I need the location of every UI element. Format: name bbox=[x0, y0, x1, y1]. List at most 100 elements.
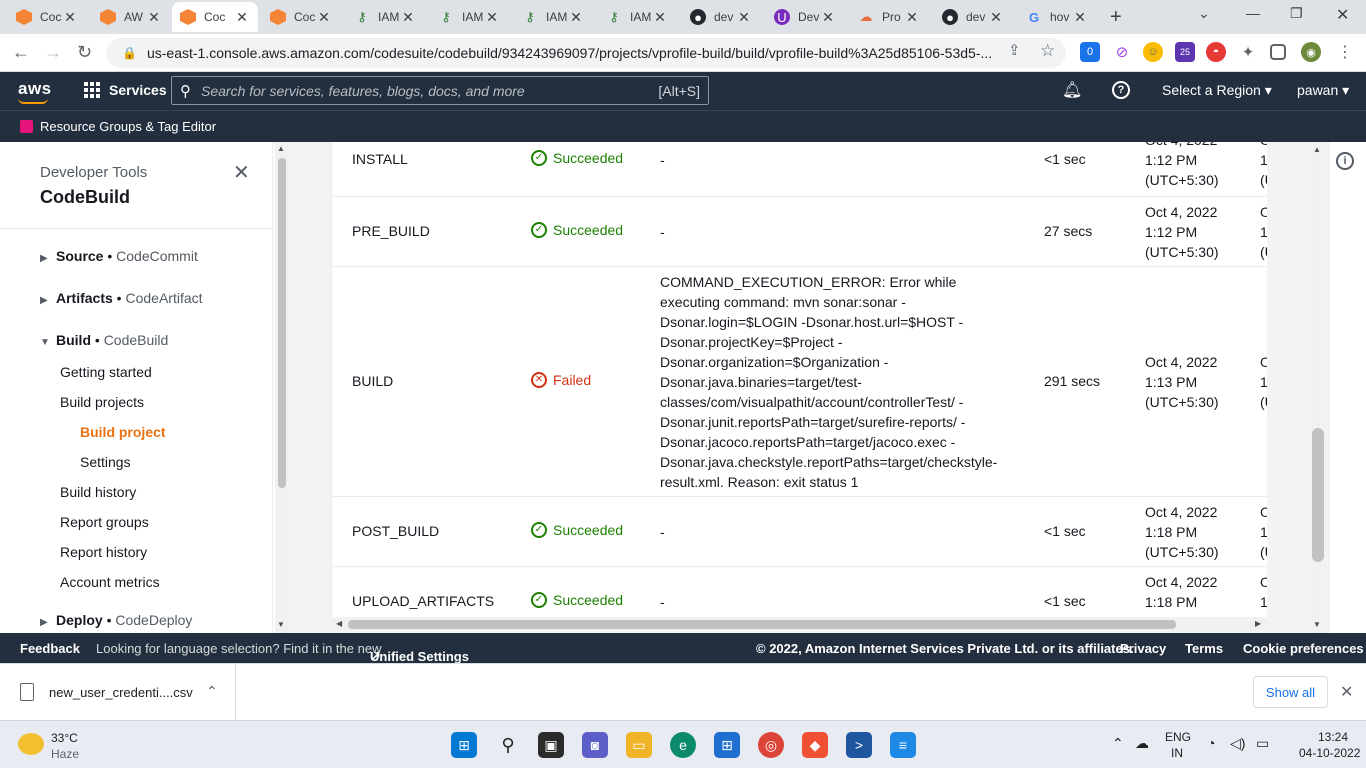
info-icon[interactable]: i bbox=[1336, 152, 1354, 170]
sidebar-link-report-groups[interactable]: Report groups bbox=[60, 514, 149, 530]
browser-tab[interactable]: Ghov ✕ bbox=[1018, 2, 1096, 32]
cookie-preferences-link[interactable]: Cookie preferences bbox=[1243, 641, 1364, 656]
powershell-icon[interactable]: > bbox=[846, 732, 872, 758]
region-selector[interactable]: Select a Region ▾ bbox=[1162, 82, 1272, 99]
sidebar-link-build-projects[interactable]: Build projects bbox=[60, 394, 144, 410]
search-taskbar-icon[interactable]: ⚲ bbox=[495, 732, 521, 758]
share-icon[interactable]: ⇪ bbox=[1008, 41, 1021, 59]
file-explorer-icon[interactable]: ▭ bbox=[626, 732, 652, 758]
sidebar-link-report-history[interactable]: Report history bbox=[60, 544, 147, 560]
browser-tab[interactable]: Coc ✕ bbox=[262, 2, 340, 32]
sidebar-link-account-metrics[interactable]: Account metrics bbox=[60, 574, 160, 590]
scroll-right-icon[interactable]: ▶ bbox=[1255, 619, 1261, 628]
clock-time[interactable]: 13:24 bbox=[1318, 730, 1348, 744]
tab-close-icon[interactable]: ✕ bbox=[988, 9, 1004, 26]
browser-tab[interactable]: AW ✕ bbox=[92, 2, 170, 32]
sidebar-title[interactable]: CodeBuild bbox=[40, 187, 130, 208]
reload-icon[interactable]: ↻ bbox=[77, 42, 92, 63]
tab-close-icon[interactable]: ✕ bbox=[652, 9, 668, 26]
badge-extension-icon[interactable]: 25 bbox=[1175, 42, 1195, 62]
edge-icon[interactable]: e bbox=[670, 732, 696, 758]
chevron-up-icon[interactable]: ⌃ bbox=[206, 683, 218, 700]
forward-icon[interactable]: → bbox=[44, 42, 62, 63]
maximize-icon[interactable]: ❐ bbox=[1290, 5, 1303, 22]
extension-icon[interactable]: 0 bbox=[1080, 42, 1100, 62]
teams-chat-icon[interactable]: ◙ bbox=[582, 732, 608, 758]
browser-tab[interactable]: ⚷ IAM ✕ bbox=[514, 2, 592, 32]
wifi-icon[interactable]: ◔ bbox=[1207, 735, 1215, 751]
window-close-icon[interactable]: ✕ bbox=[1336, 5, 1349, 25]
download-item[interactable]: new_user_credenti....csv ⌃ bbox=[0, 664, 236, 721]
sidebar-link-build-project[interactable]: Build project bbox=[80, 424, 166, 440]
git-icon[interactable]: ◆ bbox=[802, 732, 828, 758]
sidebar-scroll-thumb[interactable] bbox=[278, 158, 286, 488]
task-view-icon[interactable]: ▣ bbox=[538, 732, 564, 758]
back-icon[interactable]: ← bbox=[12, 42, 30, 63]
store-icon[interactable]: ⊞ bbox=[714, 732, 740, 758]
volume-icon[interactable]: ◁) bbox=[1230, 735, 1245, 752]
minimize-icon[interactable]: — bbox=[1246, 5, 1260, 21]
tab-search-icon[interactable]: ⌄ bbox=[1198, 5, 1210, 22]
services-menu[interactable]: Services bbox=[84, 82, 167, 98]
close-icon[interactable]: ✕ bbox=[233, 160, 250, 185]
tab-close-icon[interactable]: ✕ bbox=[484, 9, 500, 26]
help-icon[interactable]: ? bbox=[1112, 81, 1130, 99]
windows-start-icon[interactable]: ⊞ bbox=[451, 732, 477, 758]
tab-close-icon[interactable]: ✕ bbox=[568, 9, 584, 26]
tray-chevron-icon[interactable]: ⌃ bbox=[1112, 735, 1124, 752]
profile-avatar[interactable]: ◉ bbox=[1301, 42, 1321, 62]
url-field[interactable]: 🔒 us-east-1.console.aws.amazon.com/codes… bbox=[106, 38, 1066, 68]
tab-close-icon[interactable]: ✕ bbox=[146, 9, 162, 26]
feedback-link[interactable]: Feedback bbox=[20, 641, 80, 656]
browser-tab[interactable]: ⚷ IAM ✕ bbox=[598, 2, 676, 32]
scroll-up-arrow-icon[interactable]: ▲ bbox=[277, 144, 285, 153]
language-code[interactable]: ENG bbox=[1165, 730, 1191, 744]
main-scroll-down-icon[interactable]: ▼ bbox=[1313, 620, 1321, 629]
tab-close-icon[interactable]: ✕ bbox=[400, 9, 416, 26]
chrome-menu-icon[interactable]: ⋮ bbox=[1335, 42, 1355, 62]
browser-tab[interactable]: ⚷ IAM ✕ bbox=[346, 2, 424, 32]
tab-close-icon[interactable]: ✕ bbox=[234, 9, 250, 26]
tab-close-icon[interactable]: ✕ bbox=[736, 9, 752, 26]
main-vertical-scroll-thumb[interactable] bbox=[1312, 428, 1324, 562]
resource-groups-link[interactable]: Resource Groups & Tag Editor bbox=[40, 119, 216, 134]
sidebar-link-build-history[interactable]: Build history bbox=[60, 484, 136, 500]
search-input[interactable] bbox=[201, 82, 659, 99]
browser-tab[interactable]: ⚷ IAM ✕ bbox=[430, 2, 508, 32]
terms-link[interactable]: Terms bbox=[1185, 641, 1223, 656]
chrome-icon[interactable]: ◎ bbox=[758, 732, 784, 758]
onedrive-icon[interactable]: ☁ bbox=[1135, 735, 1149, 752]
tab-close-icon[interactable]: ✕ bbox=[316, 9, 332, 26]
tab-close-icon[interactable]: ✕ bbox=[820, 9, 836, 26]
browser-tab[interactable]: ● dev ✕ bbox=[682, 2, 760, 32]
tab-close-icon[interactable]: ✕ bbox=[904, 9, 920, 26]
browser-tab[interactable]: ● dev ✕ bbox=[934, 2, 1012, 32]
new-tab-button[interactable]: + bbox=[1110, 6, 1122, 29]
face-extension-icon[interactable]: ☺ bbox=[1143, 42, 1163, 62]
weather-icon[interactable] bbox=[18, 733, 44, 755]
bookmark-star-icon[interactable]: ☆ bbox=[1040, 41, 1055, 61]
sidebar-section-deploy[interactable]: ▶ Deploy • CodeDeploy bbox=[40, 612, 192, 628]
language-region[interactable]: IN bbox=[1171, 746, 1183, 760]
clock-date[interactable]: 04-10-2022 bbox=[1299, 746, 1360, 760]
tab-close-icon[interactable]: ✕ bbox=[62, 9, 78, 26]
sidebar-link-getting-started[interactable]: Getting started bbox=[60, 364, 152, 380]
main-scroll-up-icon[interactable]: ▲ bbox=[1313, 145, 1321, 154]
sidebar-section-source[interactable]: ▶ Source • CodeCommit bbox=[40, 248, 198, 264]
browser-tab[interactable]: Coc ✕ bbox=[8, 2, 86, 32]
block-extension-icon[interactable]: ⊘ bbox=[1112, 42, 1132, 62]
tab-close-icon[interactable]: ✕ bbox=[1072, 9, 1088, 26]
puzzle-extensions-icon[interactable]: ✦ bbox=[1238, 42, 1258, 62]
notepad-icon[interactable]: ≡ bbox=[890, 732, 916, 758]
show-all-button[interactable]: Show all bbox=[1253, 676, 1328, 708]
scroll-left-icon[interactable]: ◀ bbox=[336, 619, 342, 628]
battery-icon[interactable]: ▭ bbox=[1256, 735, 1269, 752]
pokeball-extension-icon[interactable]: ◓ bbox=[1206, 42, 1226, 62]
browser-tab[interactable]: ☁ Pro ✕ bbox=[850, 2, 928, 32]
browser-tab[interactable]: U Dev ✕ bbox=[766, 2, 844, 32]
table-horizontal-scroll-thumb[interactable] bbox=[348, 620, 1176, 629]
account-menu[interactable]: pawan ▾ bbox=[1297, 82, 1349, 99]
notifications-bell-icon[interactable]: 🔔︎ bbox=[1062, 80, 1082, 100]
scroll-down-arrow-icon[interactable]: ▼ bbox=[277, 620, 285, 629]
aws-search-box[interactable]: ⚲ [Alt+S] bbox=[171, 76, 709, 105]
